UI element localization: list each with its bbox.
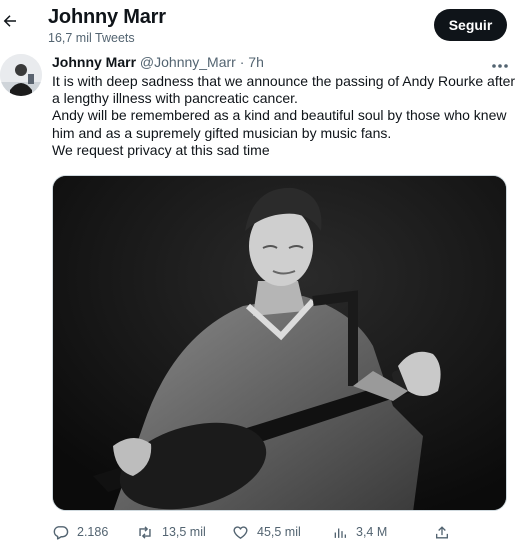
more-button[interactable] (488, 58, 512, 72)
tweet-paragraph: It is with deep sadness that we announce… (52, 73, 516, 107)
tweet-count: 16,7 mil Tweets (48, 31, 135, 45)
separator-dot: · (239, 54, 245, 70)
back-button[interactable] (0, 10, 20, 36)
retweet-count: 13,5 mil (162, 525, 206, 539)
tweet-photo[interactable] (52, 175, 507, 511)
reply-icon (52, 524, 69, 541)
page-title: Johnny Marr (48, 6, 166, 28)
profile-header: Johnny Marr 16,7 mil Tweets Seguir (0, 0, 526, 50)
follow-button[interactable]: Seguir (434, 9, 507, 41)
tweet-paragraph: Andy will be remembered as a kind and be… (52, 107, 507, 141)
reply-button[interactable]: 2.186 (52, 522, 108, 542)
like-count: 45,5 mil (257, 525, 301, 539)
retweet-icon (136, 524, 154, 541)
share-button[interactable] (434, 522, 450, 542)
avatar[interactable] (0, 54, 42, 96)
views-count: 3,4 M (356, 525, 388, 539)
views-button[interactable]: 3,4 M (332, 522, 387, 542)
author-handle[interactable]: @Johnny_Marr (140, 54, 236, 70)
views-chart-icon (332, 524, 348, 541)
arrow-left-icon (1, 12, 19, 35)
tweet-actions: 2.186 13,5 mil 45,5 mil 3,4 M (52, 522, 512, 542)
photo-image (53, 176, 506, 510)
tweet-header: Johnny Marr @Johnny_Marr · 7h (52, 54, 264, 70)
heart-icon (232, 524, 249, 541)
author-name[interactable]: Johnny Marr (52, 54, 136, 70)
like-button[interactable]: 45,5 mil (232, 522, 301, 542)
more-horizontal-icon (491, 56, 509, 74)
retweet-button[interactable]: 13,5 mil (136, 522, 206, 542)
tweet-text: It is with deep sadness that we announce… (52, 73, 518, 159)
tweet-time[interactable]: 7h (248, 54, 264, 70)
reply-count: 2.186 (77, 525, 109, 539)
tweet-paragraph: We request privacy at this sad time (52, 141, 270, 158)
share-icon (434, 524, 450, 541)
